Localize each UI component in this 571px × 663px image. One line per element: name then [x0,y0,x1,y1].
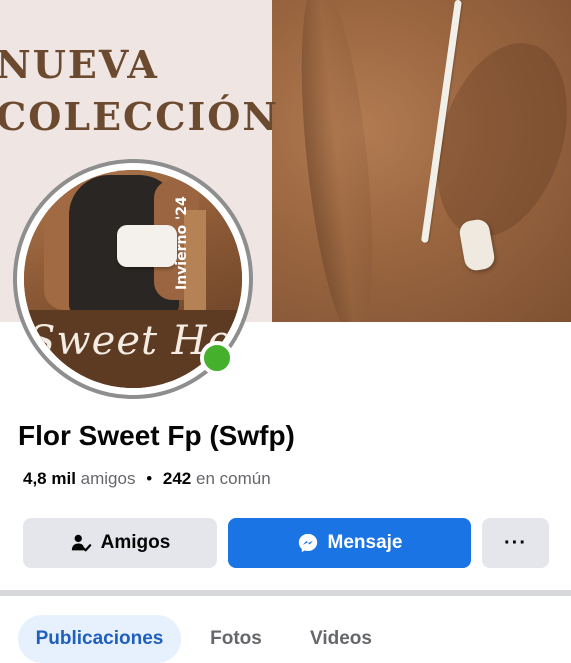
tab-publicaciones-label: Publicaciones [35,628,164,649]
cover-title-line2: COLECCIÓN [0,94,280,139]
friend-check-icon [71,534,91,552]
section-divider [0,590,571,596]
mutual-count: 242 [162,469,192,488]
message-button-label: Mensaje [327,532,403,553]
tab-videos[interactable]: Videos [298,615,384,663]
friends-summary[interactable]: 4,8 mil amigos • 242 en común [23,469,271,489]
tab-fotos-label: Fotos [210,628,262,649]
messenger-icon [298,533,317,553]
message-button[interactable]: Mensaje [228,518,471,568]
tab-fotos[interactable]: Fotos [200,615,272,663]
profile-name: Flor Sweet Fp (Swfp) [18,420,295,451]
friends-button[interactable]: Amigos [23,518,217,568]
friends-count: 4,8 mil [23,469,76,488]
friends-label: amigos [80,469,136,488]
avatar-season-text: Invierno '24 [174,196,190,290]
friends-button-label: Amigos [100,532,171,553]
more-options-icon: ··· [504,531,527,554]
cover-coat-image [272,0,571,322]
tab-publicaciones[interactable]: Publicaciones [18,615,181,663]
mutual-label: en común [196,469,271,488]
separator-dot: • [146,469,153,488]
more-options-button[interactable]: ··· [482,518,549,568]
handbag-image [117,225,177,267]
cover-title-line1: NUEVA [0,42,159,87]
tab-videos-label: Videos [310,628,372,649]
online-status-indicator [200,341,234,375]
